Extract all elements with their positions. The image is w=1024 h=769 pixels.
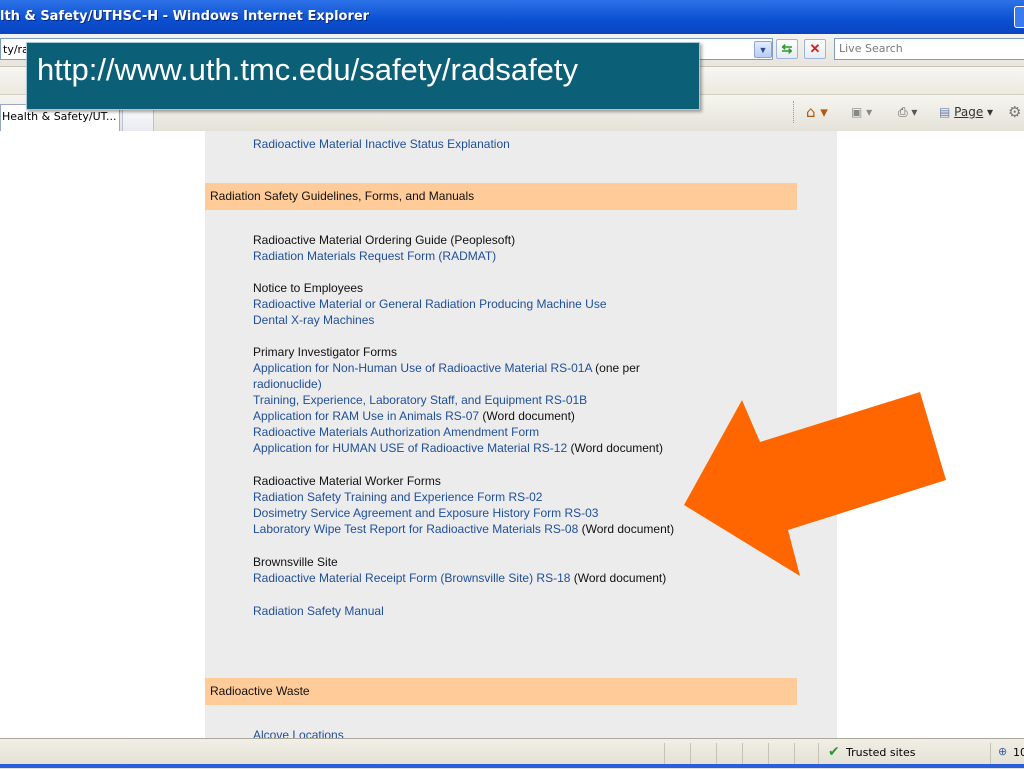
item-text: Primary Investigator Forms [253, 345, 398, 359]
taskbar-edge [0, 764, 1024, 768]
list-item: Brownsville Site [253, 554, 338, 570]
item-suffix: (one per [591, 361, 640, 375]
item-suffix: (Word document) [567, 441, 663, 455]
status-divider [690, 743, 691, 765]
checkmark-icon: ✔ [828, 744, 840, 760]
list-item[interactable]: radionuclide) [253, 376, 322, 392]
status-divider [716, 743, 717, 765]
item-link[interactable]: Dental X-ray Machines [253, 313, 374, 327]
toolbar-separator [793, 101, 795, 123]
list-item: Radioactive Material Ordering Guide (Peo… [253, 232, 515, 248]
status-divider [742, 743, 743, 765]
search-input[interactable]: Live Search [834, 38, 1024, 60]
item-link[interactable]: Application for RAM Use in Animals RS-07 [253, 409, 479, 423]
list-item[interactable]: Dental X-ray Machines [253, 312, 374, 328]
url-caption-text: http://www.uth.tmc.edu/safety/radsafety [37, 52, 579, 87]
section-header-waste: Radioactive Waste [205, 678, 797, 705]
url-caption-box: http://www.uth.tmc.edu/safety/radsafety [26, 42, 700, 110]
arrow-shape [684, 392, 946, 576]
status-divider [768, 743, 769, 765]
page-menu-label: Page [954, 105, 984, 119]
section-header-guidelines: Radiation Safety Guidelines, Forms, and … [205, 183, 797, 210]
item-link[interactable]: Radioactive Material or General Radiatio… [253, 297, 607, 311]
item-link[interactable]: Radioactive Materials Authorization Amen… [253, 425, 539, 439]
list-item[interactable]: Radiation Materials Request Form (RADMAT… [253, 248, 496, 264]
status-divider [990, 743, 991, 765]
zone-label[interactable]: Trusted sites [846, 746, 916, 759]
stop-icon[interactable]: ✕ [804, 39, 826, 59]
item-suffix: (Word document) [570, 571, 667, 585]
page-icon: ▤ [939, 105, 951, 119]
zoom-icon[interactable]: ⊕ [998, 745, 1007, 758]
item-link[interactable]: radionuclide) [253, 377, 322, 391]
print-icon[interactable]: ⎙ ▾ [898, 100, 917, 124]
list-item[interactable]: Training, Experience, Laboratory Staff, … [253, 392, 587, 408]
list-item[interactable]: Radioactive Material or General Radiatio… [253, 296, 607, 312]
link-alcove-locations[interactable]: Alcove Locations [253, 727, 344, 738]
item-text: Brownsville Site [253, 555, 338, 569]
item-link[interactable]: Application for Non-Human Use of Radioac… [253, 361, 592, 375]
item-suffix: (Word document) [479, 409, 575, 423]
page-menu-button[interactable]: ▤ Page ▾ [939, 100, 993, 124]
item-suffix: (Word document) [578, 522, 675, 536]
item-text: Radioactive Material Worker Forms [253, 474, 441, 488]
go-refresh-icon[interactable]: ⇆ [776, 39, 798, 59]
list-item[interactable]: Radioactive Materials Authorization Amen… [253, 424, 539, 440]
list-item[interactable]: Radiation Safety Training and Experience… [253, 489, 542, 505]
window-control-button[interactable] [1014, 6, 1024, 28]
item-link[interactable]: Dosimetry Service Agreement and Exposure… [253, 506, 598, 520]
list-item[interactable]: Radiation Safety Manual [253, 603, 384, 619]
item-link[interactable]: Radiation Safety Training and Experience… [253, 490, 542, 504]
window-titlebar: lth & Safety/UTHSC-H - Windows Internet … [0, 0, 1024, 34]
window-title: lth & Safety/UTHSC-H - Windows Internet … [0, 9, 370, 24]
list-item[interactable]: Application for HUMAN USE of Radioactive… [253, 440, 663, 456]
item-link[interactable]: Training, Experience, Laboratory Staff, … [253, 393, 587, 407]
status-divider [794, 743, 795, 765]
zoom-level[interactable]: 10 [1013, 746, 1024, 759]
list-item[interactable]: Application for RAM Use in Animals RS-07… [253, 408, 575, 424]
item-text: Notice to Employees [253, 281, 364, 295]
feeds-icon[interactable]: ▣ ▾ [851, 100, 872, 124]
link-inactive-status[interactable]: Radioactive Material Inactive Status Exp… [253, 136, 510, 152]
status-divider [818, 743, 819, 765]
item-link[interactable]: Radiation Materials Request Form (RADMAT… [253, 249, 496, 263]
item-link[interactable]: Radiation Safety Manual [253, 604, 384, 618]
home-icon[interactable]: ⌂ ▾ [806, 100, 828, 124]
list-item[interactable]: Laboratory Wipe Test Report for Radioact… [253, 521, 674, 537]
item-link[interactable]: Application for HUMAN USE of Radioactive… [253, 441, 567, 455]
address-dropdown-icon[interactable]: ▼ [754, 41, 772, 58]
list-item: Primary Investigator Forms [253, 344, 397, 360]
pointer-arrow-icon [684, 392, 946, 576]
status-divider [664, 743, 665, 765]
tools-gear-icon[interactable]: ⚙ [1008, 100, 1021, 124]
item-text: Radioactive Material Ordering Guide (Peo… [253, 233, 516, 247]
item-link[interactable]: Radioactive Material Receipt Form (Brown… [253, 571, 570, 585]
item-link[interactable]: Laboratory Wipe Test Report for Radioact… [253, 522, 578, 536]
list-item: Radioactive Material Worker Forms [253, 473, 441, 489]
list-item[interactable]: Application for Non-Human Use of Radioac… [253, 360, 640, 376]
list-item[interactable]: Dosimetry Service Agreement and Exposure… [253, 505, 598, 521]
list-item[interactable]: Radioactive Material Receipt Form (Brown… [253, 570, 666, 586]
list-item: Notice to Employees [253, 280, 363, 296]
